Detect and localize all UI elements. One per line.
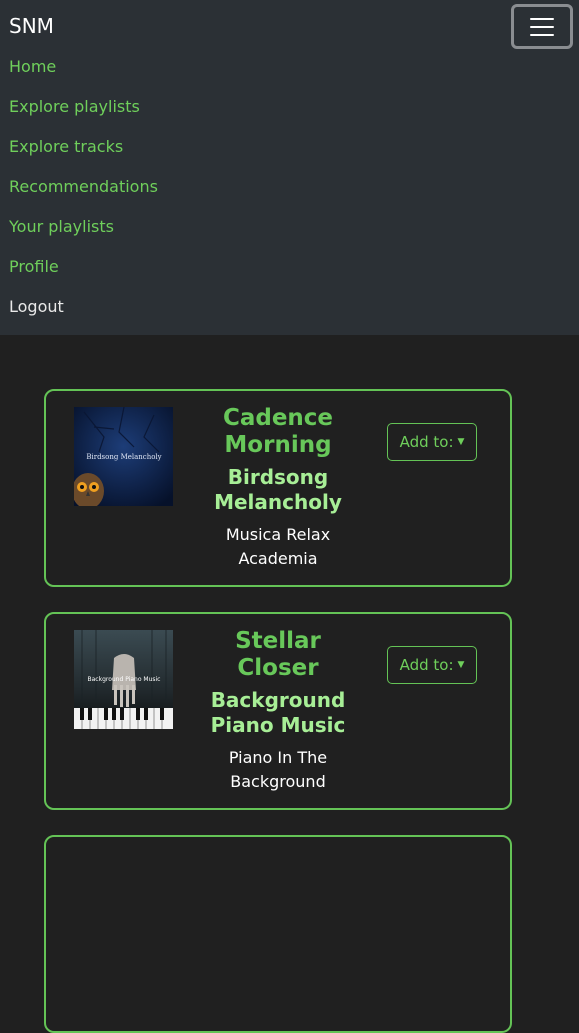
track-info: Cadence Morning Birdsong Melancholy Musi…	[204, 405, 352, 571]
nav-link-logout[interactable]: Logout	[9, 294, 158, 334]
track-card	[44, 835, 512, 1033]
track-title[interactable]: Cadence Morning	[204, 405, 352, 459]
nav-link-explore-playlists[interactable]: Explore playlists	[9, 94, 158, 134]
cover-caption: Birdsong Melancholy	[86, 453, 161, 461]
add-to-playlist-dropdown[interactable]: Add to: ▼	[387, 423, 477, 461]
track-title[interactable]: Stellar Closer	[204, 628, 352, 682]
track-info: Stellar Closer Background Piano Music Pi…	[204, 628, 352, 794]
navbar-toggle-button[interactable]	[511, 4, 573, 49]
navbar: SNM Home Explore playlists Explore track…	[0, 0, 579, 335]
add-to-label: Add to:	[399, 433, 454, 451]
album-name[interactable]: Birdsong Melancholy	[204, 465, 352, 515]
nav-link-home[interactable]: Home	[9, 54, 158, 94]
caret-down-icon: ▼	[457, 660, 465, 670]
nav-link-explore-tracks[interactable]: Explore tracks	[9, 134, 158, 174]
track-card: Background Piano Music Stellar Closer Ba…	[44, 612, 512, 810]
album-cover[interactable]: Background Piano Music	[74, 630, 173, 729]
nav-link-your-playlists[interactable]: Your playlists	[9, 214, 158, 254]
piano-keys	[74, 708, 173, 729]
artist-name[interactable]: Musica Relax Academia	[204, 523, 352, 571]
add-to-label: Add to:	[399, 656, 454, 674]
album-cover[interactable]: Birdsong Melancholy	[74, 407, 173, 506]
album-name[interactable]: Background Piano Music	[204, 688, 352, 738]
brand-logo[interactable]: SNM	[9, 14, 54, 38]
nav-link-profile[interactable]: Profile	[9, 254, 158, 294]
caret-down-icon: ▼	[457, 437, 465, 447]
artist-name[interactable]: Piano In The Background	[204, 746, 352, 794]
cover-caption: Background Piano Music	[88, 676, 161, 683]
nav-menu: Home Explore playlists Explore tracks Re…	[9, 54, 158, 334]
nav-link-recommendations[interactable]: Recommendations	[9, 174, 158, 214]
track-card: Birdsong Melancholy Cadence Morning Bird…	[44, 389, 512, 587]
hamburger-menu-icon	[530, 15, 554, 39]
add-to-playlist-dropdown[interactable]: Add to: ▼	[387, 646, 477, 684]
